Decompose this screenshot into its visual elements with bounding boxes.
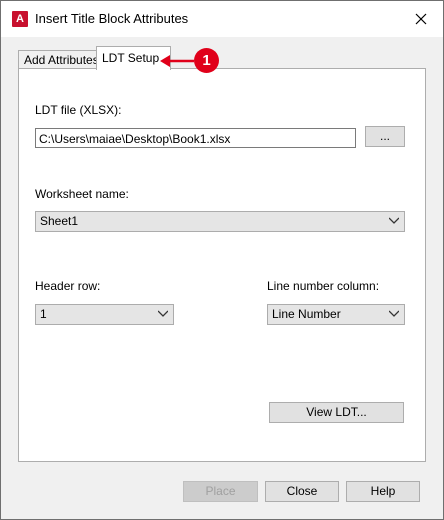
worksheet-select[interactable]: Sheet1: [35, 211, 405, 232]
help-button[interactable]: Help: [346, 481, 420, 502]
worksheet-select-value: Sheet1: [40, 214, 79, 228]
header-row-select-value: 1: [40, 307, 47, 321]
chevron-down-icon: [389, 217, 399, 224]
place-button[interactable]: Place: [183, 481, 258, 502]
chevron-down-icon: [389, 310, 399, 317]
window-title: Insert Title Block Attributes: [35, 11, 189, 26]
ldt-file-path-input[interactable]: C:\Users\maiae\Desktop\Book1.xlsx: [35, 128, 356, 148]
close-button[interactable]: Close: [265, 481, 339, 502]
header-row-label: Header row:: [35, 279, 101, 293]
view-ldt-button[interactable]: View LDT...: [269, 402, 404, 423]
close-icon: [415, 13, 427, 25]
tab-add-attributes[interactable]: Add Attributes: [18, 50, 108, 69]
autocad-app-icon: A: [12, 11, 28, 27]
header-row-select[interactable]: 1: [35, 304, 174, 325]
worksheet-name-label: Worksheet name:: [35, 187, 129, 201]
browse-button[interactable]: ...: [365, 126, 405, 147]
ldt-setup-panel: LDT file (XLSX): C:\Users\maiae\Desktop\…: [18, 68, 426, 462]
chevron-down-icon: [158, 310, 168, 317]
close-window-button[interactable]: [399, 1, 443, 37]
ldt-file-label: LDT file (XLSX):: [35, 103, 122, 117]
callout-arrow-icon: [160, 55, 194, 67]
title-bar: A Insert Title Block Attributes: [1, 1, 443, 37]
line-number-column-select[interactable]: Line Number: [267, 304, 405, 325]
dialog-window: A Insert Title Block Attributes Add Attr…: [0, 0, 444, 520]
callout-badge: 1: [194, 48, 219, 73]
line-number-column-select-value: Line Number: [272, 307, 341, 321]
line-number-column-label: Line number column:: [267, 279, 380, 293]
